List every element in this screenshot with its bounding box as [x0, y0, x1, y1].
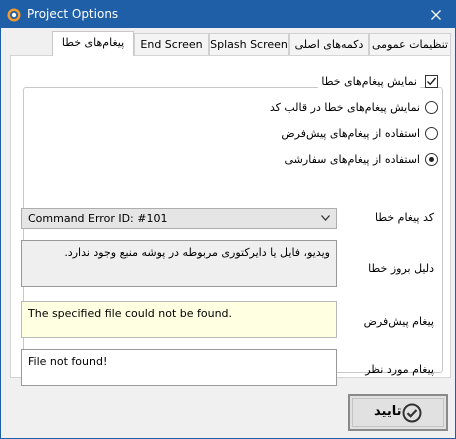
- ok-button-label: تایید: [374, 404, 402, 419]
- title-bar: Project Options: [1, 1, 455, 28]
- option-show-as-code-label: نمایش پیغام‌های خطا در قالب کد: [269, 101, 420, 114]
- tab-splash-screen[interactable]: Splash Screen: [209, 33, 289, 55]
- show-errors-checkbox[interactable]: [425, 75, 438, 88]
- tab-error-messages[interactable]: پیغام‌های خطا: [52, 31, 134, 56]
- checkmark-icon: [426, 77, 437, 86]
- error-code-select[interactable]: Command Error ID: #101: [21, 208, 337, 229]
- option-custom-messages-label: استفاده از پیغام‌های سفارشی: [284, 153, 420, 166]
- option-default-messages-label: استفاده از پیغام‌های پیش‌فرض: [281, 127, 420, 140]
- option-custom-messages-radio[interactable]: [425, 153, 438, 166]
- project-options-window: Project Options پیغام‌های خطا End Screen…: [0, 0, 456, 439]
- error-cause-label: دلیل بروز خطا: [368, 262, 434, 275]
- tab-label: End Screen: [140, 38, 203, 51]
- default-message-field: The specified file could not be found.: [21, 301, 337, 338]
- error-cause-value: ویدیو، فایل یا دایرکتوری مربوطه در پوشه …: [64, 246, 330, 259]
- custom-message-input[interactable]: File not found!: [21, 349, 337, 386]
- tab-label: Splash Screen: [210, 38, 288, 51]
- error-cause-field: ویدیو، فایل یا دایرکتوری مربوطه در پوشه …: [21, 240, 337, 287]
- error-messages-page: نمایش پیغام‌های خطا نمایش پیغام‌های خطا …: [10, 55, 451, 386]
- show-errors-label: نمایش پیغام‌های خطا: [318, 75, 420, 88]
- check-circle-icon: [402, 403, 422, 423]
- option-default-messages-radio[interactable]: [425, 127, 438, 140]
- tab-label: دکمه‌های اصلی: [294, 38, 364, 51]
- error-code-value: Command Error ID: #101: [28, 212, 168, 225]
- close-icon: [431, 9, 441, 20]
- window-title: Project Options: [27, 7, 119, 21]
- tab-label: تنظیمات عمومی: [372, 38, 448, 51]
- default-message-label: پیغام پیش‌فرض: [363, 315, 434, 328]
- custom-message-label: پیغام مورد نظر: [365, 363, 434, 376]
- tab-main-buttons[interactable]: دکمه‌های اصلی: [289, 33, 369, 55]
- ok-button[interactable]: تایید: [348, 394, 448, 431]
- client-area: پیغام‌های خطا End Screen Splash Screen د…: [5, 31, 451, 434]
- tab-label: پیغام‌های خطا: [61, 36, 125, 49]
- tab-general-settings[interactable]: تنظیمات عمومی: [369, 33, 451, 55]
- error-code-label: کد پیغام خطا: [374, 211, 434, 224]
- option-show-as-code-radio[interactable]: [425, 101, 438, 114]
- app-icon: [7, 8, 21, 22]
- default-message-value: The specified file could not be found.: [28, 307, 233, 320]
- custom-message-value: File not found!: [28, 355, 108, 368]
- close-button[interactable]: [417, 1, 455, 28]
- tab-end-screen[interactable]: End Screen: [134, 33, 209, 55]
- chevron-down-icon: [321, 215, 330, 221]
